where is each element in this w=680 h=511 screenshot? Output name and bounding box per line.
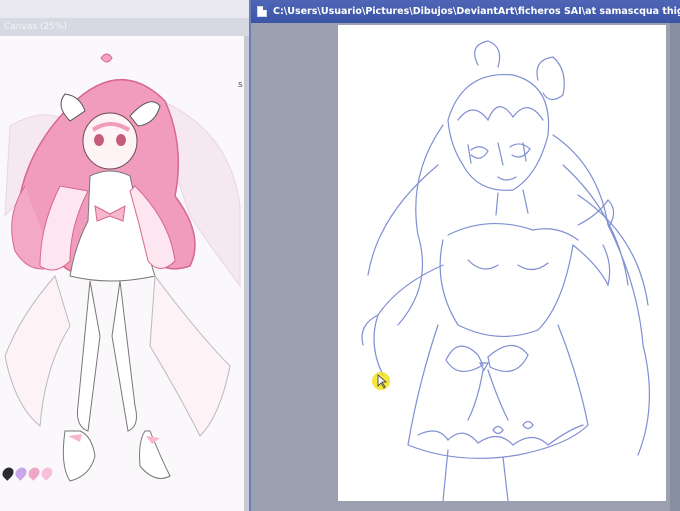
swatch-heart-2	[13, 465, 29, 481]
side-letter: s	[238, 80, 243, 90]
document-title: C:\Users\Usuario\Pictures\Dibujos\Devian…	[273, 6, 680, 17]
sketch-canvas[interactable]	[338, 25, 666, 502]
swatch-heart-4	[39, 465, 55, 481]
swatch-heart-1	[0, 465, 16, 481]
document-window: C:\Users\Usuario\Pictures\Dibujos\Devian…	[249, 0, 680, 511]
document-icon	[257, 6, 267, 17]
sketch-drawing	[361, 40, 651, 502]
reference-window-title[interactable]: Canvas (25%)	[0, 18, 249, 36]
document-scrollbar[interactable]	[670, 23, 680, 511]
reference-canvas[interactable]	[0, 36, 244, 511]
pen-cursor-icon	[372, 372, 390, 390]
reference-window-top-strip	[0, 0, 249, 18]
document-title-bar[interactable]: C:\Users\Usuario\Pictures\Dibujos\Devian…	[251, 0, 680, 23]
swatch-heart-3	[26, 465, 42, 481]
reference-illustration	[4, 53, 241, 482]
color-swatches	[0, 465, 55, 482]
reference-window: Canvas (25%) s	[0, 0, 249, 511]
document-body	[251, 23, 680, 511]
